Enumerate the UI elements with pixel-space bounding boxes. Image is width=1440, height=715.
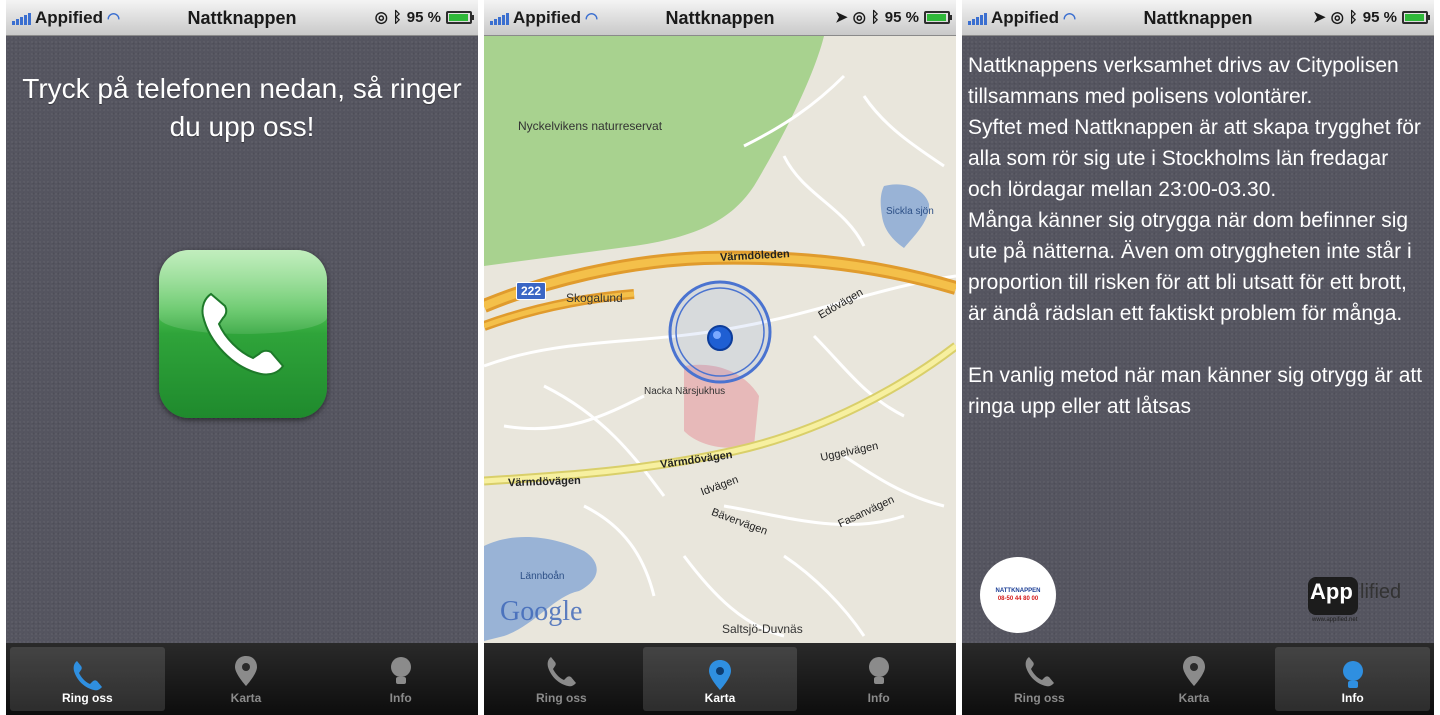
ring-screen: Tryck på telefonen nedan, så ringer du u…	[6, 36, 478, 643]
lock-rotation-icon: ◎	[852, 9, 866, 26]
bluetooth-icon: ᛒ	[392, 8, 402, 26]
tab-bar: Ring oss Karta Info	[6, 643, 478, 715]
lock-rotation-icon: ◎	[1330, 9, 1344, 26]
phone-screen-info: Appified ◠ Nattknappen ➤ ◎ ᛒ 95 % Nattkn…	[962, 0, 1434, 715]
info-text: Nattknappens verksamhet drivs av Citypol…	[968, 50, 1426, 422]
appified-url: www.appified.net	[1312, 617, 1358, 623]
tab-label: Ring oss	[536, 691, 587, 705]
map-pin-icon	[235, 656, 257, 686]
phone-icon	[1025, 657, 1055, 687]
map-label-lake: Sickla sjön	[886, 206, 934, 217]
map-label-skogalund: Skogalund	[566, 291, 623, 305]
appified-logo-suffix: lified	[1360, 581, 1402, 603]
map-label-lake-2: Lännboån	[520, 571, 565, 582]
tab-info[interactable]: Info	[323, 643, 478, 715]
lightbulb-icon	[868, 657, 889, 684]
tab-karta[interactable]: Karta	[1117, 643, 1272, 715]
status-right: ◎ ᛒ 95 %	[374, 8, 474, 26]
tab-label: Karta	[704, 691, 736, 705]
lightbulb-icon	[1342, 661, 1363, 688]
nattknappen-badge: NATTKNAPPEN 08-50 44 80 00	[980, 557, 1056, 633]
battery-percent: 95 %	[1362, 8, 1397, 26]
tab-bar: Ring oss Karta Info	[962, 643, 1434, 715]
phone-icon	[201, 292, 285, 376]
ring-headline: Tryck på telefonen nedan, så ringer du u…	[22, 73, 462, 142]
lock-rotation-icon: ◎	[374, 9, 388, 26]
status-bar: Appified ◠ Nattknappen ➤ ◎ ᛒ 95 %	[962, 0, 1434, 36]
appified-logo-prefix: App	[1310, 579, 1353, 604]
battery-percent: 95 %	[406, 8, 441, 26]
battery-percent: 95 %	[884, 8, 919, 26]
phone-screen-karta: Appified ◠ Nattknappen ➤ ◎ ᛒ 95 % Nyckel…	[484, 0, 956, 715]
tab-ring-oss[interactable]: Ring oss	[484, 643, 639, 715]
info-paragraph: Nattknappens verksamhet drivs av Citypol…	[968, 54, 1399, 108]
map-label-saltsjo-duvnas: Saltsjö-Duvnäs	[722, 622, 803, 636]
battery-icon	[924, 10, 952, 24]
tab-label: Info	[389, 691, 412, 705]
map-pin-icon	[1183, 656, 1205, 686]
tab-ring-oss[interactable]: Ring oss	[962, 643, 1117, 715]
tab-label: Karta	[230, 691, 262, 705]
tab-info[interactable]: Info	[1275, 647, 1431, 711]
tab-karta[interactable]: Karta	[169, 643, 324, 715]
tab-bar: Ring oss Karta Info	[484, 643, 956, 715]
location-arrow-icon: ➤	[835, 9, 848, 26]
phone-icon	[547, 657, 577, 687]
info-paragraph: En vanlig metod när man känner sig otryg…	[968, 364, 1423, 418]
map-label-hospital: Nacka Närsjukhus	[644, 386, 726, 397]
tab-label: Ring oss	[1014, 691, 1065, 705]
status-bar: Appified ◠ Nattknappen ◎ ᛒ 95 %	[6, 0, 478, 36]
tab-label: Info	[867, 691, 890, 705]
map-label-park: Nyckelvikens naturreservat	[518, 119, 663, 133]
status-right: ➤ ◎ ᛒ 95 %	[835, 8, 952, 26]
battery-icon	[446, 10, 474, 24]
tab-label: Ring oss	[62, 691, 113, 705]
info-paragraph: Många känner sig otrygga när dom befinne…	[968, 209, 1412, 325]
tab-karta[interactable]: Karta	[642, 647, 798, 711]
badge-name: NATTKNAPPEN	[995, 588, 1041, 594]
battery-icon	[1402, 10, 1430, 24]
badge-phone: 08-50 44 80 00	[997, 596, 1039, 602]
map-pin-icon	[709, 660, 731, 690]
tab-label: Info	[1341, 691, 1364, 705]
appified-logo: App lified www.appified.net	[1306, 573, 1410, 625]
tab-ring-oss[interactable]: Ring oss	[10, 647, 165, 711]
route-shield: 222	[516, 282, 547, 300]
google-attribution: Google	[500, 596, 583, 627]
road-label-varmdovagen-2: Värmdövägen	[507, 474, 581, 490]
tab-label: Karta	[1178, 691, 1210, 705]
bluetooth-icon: ᛒ	[1348, 8, 1358, 26]
info-screen[interactable]: Nattknappens verksamhet drivs av Citypol…	[962, 36, 1434, 643]
map-view[interactable]: Nyckelvikens naturreservat Skogalund Nac…	[484, 36, 956, 643]
location-arrow-icon: ➤	[1313, 9, 1326, 26]
info-paragraph: Syftet med Nattknappen är att skapa tryg…	[968, 116, 1421, 201]
status-bar: Appified ◠ Nattknappen ➤ ◎ ᛒ 95 %	[484, 0, 956, 36]
status-right: ➤ ◎ ᛒ 95 %	[1313, 8, 1430, 26]
call-button[interactable]	[159, 250, 327, 418]
bluetooth-icon: ᛒ	[870, 8, 880, 26]
lightbulb-icon	[390, 657, 411, 684]
phone-icon	[73, 661, 103, 691]
tab-info[interactable]: Info	[801, 643, 956, 715]
phone-screen-ring-oss: Appified ◠ Nattknappen ◎ ᛒ 95 % Tryck på…	[6, 0, 478, 715]
